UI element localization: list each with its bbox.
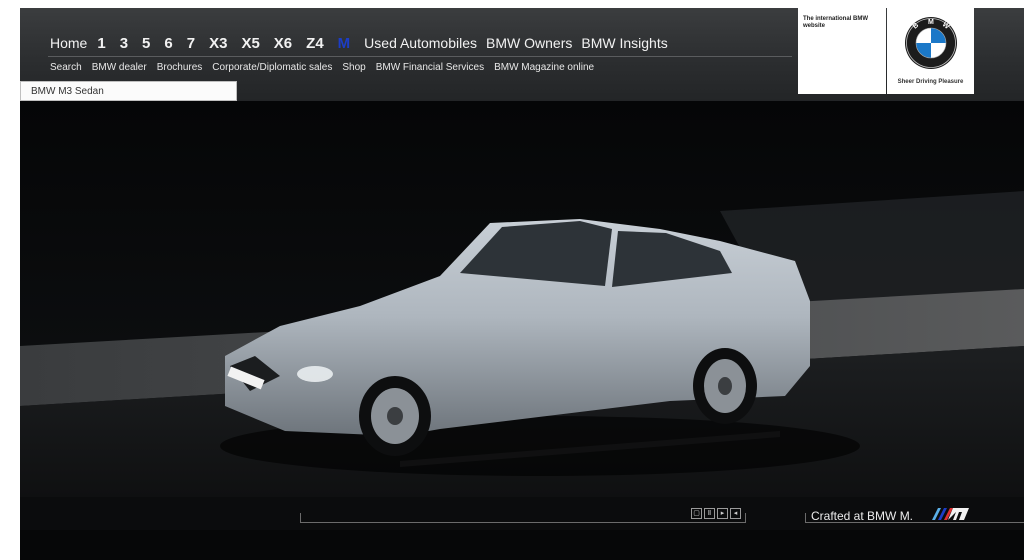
subnav-brochures[interactable]: Brochures	[157, 62, 203, 73]
m-logo-icon[interactable]	[928, 507, 970, 521]
subnav-bmw-magazine[interactable]: BMW Magazine online	[494, 62, 594, 73]
nav-series-7[interactable]: 7	[187, 35, 195, 52]
crafted-at-bmw-m-label: Crafted at BMW M.	[811, 509, 914, 523]
nav-series-6[interactable]: 6	[164, 35, 172, 52]
nav-bmw-owners[interactable]: BMW Owners	[486, 35, 572, 51]
nav-series-1[interactable]: 1	[97, 35, 105, 52]
nav-series-5[interactable]: 5	[142, 35, 150, 52]
site-header: Home 1 3 5 6 7 X3 X5 X6 Z4 M Used Automo…	[20, 8, 1024, 101]
nav-used-automobiles[interactable]: Used Automobiles	[364, 35, 477, 51]
model-dropdown-value: BMW M3 Sedan	[31, 86, 104, 97]
main-navigation: Home 1 3 5 6 7 X3 X5 X6 Z4 M Used Automo…	[50, 35, 677, 55]
next-icon[interactable]: ▸	[717, 508, 728, 519]
international-website-label: The international BMW website	[803, 16, 868, 29]
bmw-roundel-logo: B M W	[905, 17, 957, 69]
subnav-financial-services[interactable]: BMW Financial Services	[376, 62, 484, 73]
subnav-search[interactable]: Search	[50, 62, 82, 73]
model-dropdown[interactable]: BMW M3 Sedan	[20, 81, 237, 101]
video-controls: ▢ Ⅱ ▸ ◂	[691, 508, 741, 519]
international-website-box[interactable]: The international BMW website	[798, 8, 886, 94]
subnav-bmw-dealer[interactable]: BMW dealer	[92, 62, 147, 73]
video-progress-bar[interactable]	[300, 513, 746, 523]
nav-bmw-insights[interactable]: BMW Insights	[581, 35, 667, 51]
slogan-text: Sheer Driving Pleasure	[897, 79, 964, 85]
nav-series-x3[interactable]: X3	[209, 35, 227, 52]
nav-divider	[48, 56, 792, 57]
bmw-site-frame: Home 1 3 5 6 7 X3 X5 X6 Z4 M Used Automo…	[20, 8, 1024, 560]
subnav-corporate-sales[interactable]: Corporate/Diplomatic sales	[212, 62, 332, 73]
nav-home[interactable]: Home	[50, 35, 87, 51]
nav-series-m[interactable]: M	[338, 35, 351, 52]
sound-icon[interactable]: ◂	[730, 508, 741, 519]
nav-series-x5[interactable]: X5	[241, 35, 259, 52]
nav-series-x6[interactable]: X6	[274, 35, 292, 52]
pause-icon[interactable]: Ⅱ	[704, 508, 715, 519]
bmw-logo-box[interactable]: B M W Sheer Driving Pleasure	[887, 8, 974, 94]
subnav-shop[interactable]: Shop	[342, 62, 365, 73]
nav-series-z4[interactable]: Z4	[306, 35, 324, 52]
sub-navigation: Search BMW dealer Brochures Corporate/Di…	[50, 62, 604, 73]
screen-icon[interactable]: ▢	[691, 508, 702, 519]
svg-text:M: M	[928, 19, 934, 26]
nav-series-3[interactable]: 3	[120, 35, 128, 52]
m3-hero-video	[20, 101, 1024, 497]
